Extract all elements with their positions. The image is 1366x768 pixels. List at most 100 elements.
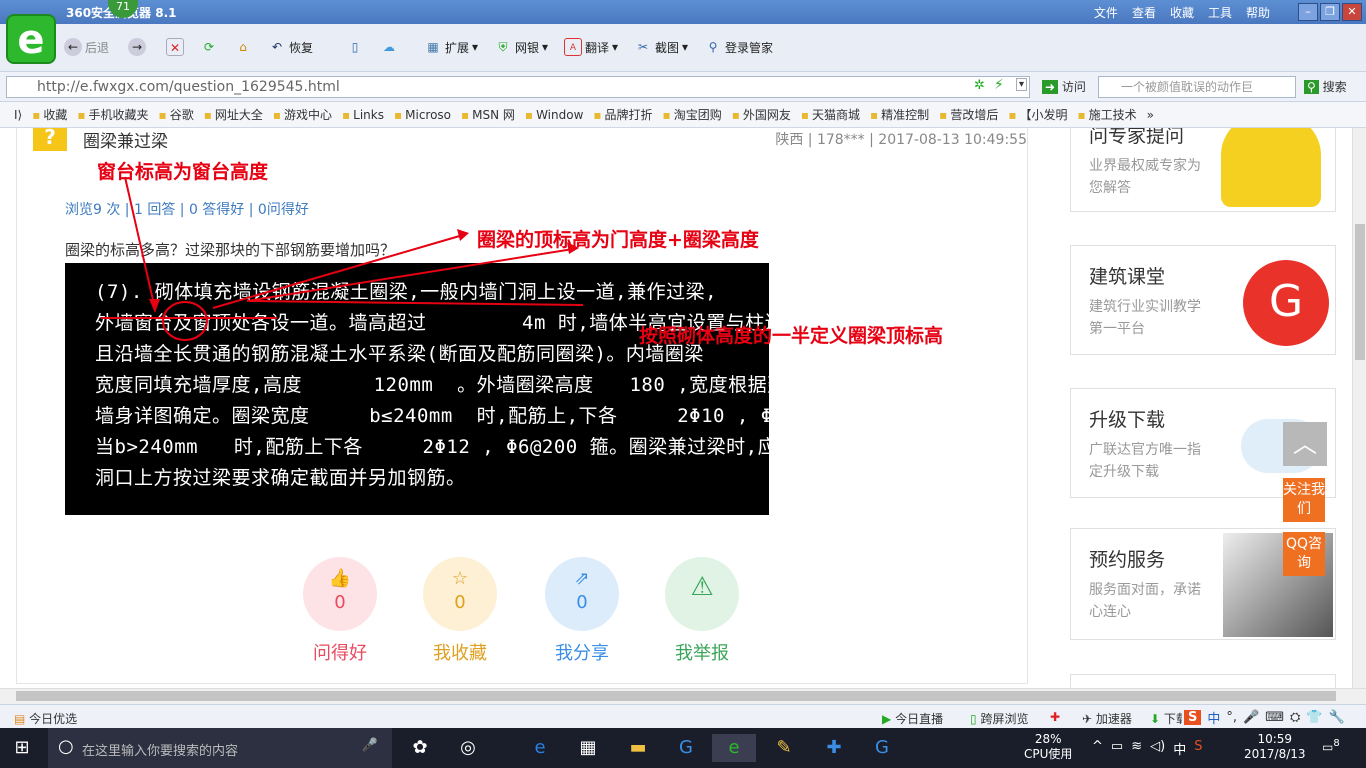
edge-icon[interactable]: e (518, 734, 562, 762)
skin-icon: ⛭ (1289, 709, 1301, 725)
more-icon[interactable]: » (1147, 108, 1154, 122)
restore-button[interactable]: ↶ 恢复 (268, 38, 313, 56)
cross-screen[interactable]: ▯ 跨屏浏览 (970, 710, 1028, 727)
fav-item[interactable]: 收藏 (32, 106, 67, 123)
network-icon: ▭ (1110, 739, 1124, 754)
search-input[interactable]: 一个被颜值耽误的动作巨 (1098, 76, 1296, 98)
favorites-bar: I⟩ 收藏 手机收藏夹 谷歌 网址大全 游戏中心 Links Microso M… (0, 102, 1366, 128)
task-view-app[interactable]: ✿ (398, 734, 442, 762)
fav-item[interactable]: 品牌打折 (593, 106, 653, 123)
search-button[interactable]: ⚲ 搜索 (1304, 78, 1347, 95)
dropdown-icon[interactable]: ▾ (1016, 78, 1028, 91)
ime-toolbar[interactable]: S 中 °, 🎤 ⌨ ⛭ 👕 🔧 (1182, 705, 1366, 729)
today-live[interactable]: ▶ 今日直播 (882, 710, 943, 727)
ebank-button[interactable]: ⛨ 网银 ▾ (494, 38, 548, 56)
fav-item[interactable]: 营改增后 (939, 106, 998, 123)
cloud-button[interactable]: ☁ (380, 38, 398, 56)
mascot-image (1221, 128, 1321, 207)
menu-favorites[interactable]: 收藏 (1170, 4, 1194, 21)
url-input[interactable]: http://e.fwxgx.com/question_1629545.html (6, 76, 1030, 98)
notification-center[interactable]: ▭8 (1322, 738, 1340, 754)
menu-file[interactable]: 文件 (1094, 4, 1118, 21)
forward-button[interactable]: → (128, 38, 146, 56)
fav-item[interactable]: Links (342, 108, 384, 122)
maximize-button[interactable]: ❐ (1320, 3, 1340, 21)
browser-360-icon[interactable]: e (712, 734, 756, 762)
login-manager-button[interactable]: ⚲ 登录管家 (704, 38, 773, 56)
sogou-icon: S (1184, 709, 1202, 725)
back-to-top-button[interactable]: ︿ (1283, 422, 1327, 466)
horizontal-scrollbar[interactable] (0, 688, 1366, 704)
chevron-up-icon: ︿ (1293, 430, 1317, 458)
extensions-icon: ▦ (427, 40, 439, 54)
fav-item[interactable]: 手机收藏夹 (77, 106, 149, 123)
fav-item[interactable]: Microso (394, 108, 451, 122)
clock[interactable]: 10:59 2017/8/13 (1244, 732, 1306, 762)
fav-item[interactable]: 精准控制 (870, 106, 929, 123)
phone-button[interactable]: ▯ (346, 38, 364, 56)
card-classroom[interactable]: 建筑课堂 建筑行业实训教学第一平台 G (1070, 245, 1336, 355)
cpu-meter[interactable]: 28% CPU使用 (1024, 732, 1072, 762)
scissors-icon: ✂ (637, 40, 649, 54)
store-icon[interactable]: ▦ (566, 734, 610, 762)
cad-line: 宽度同填充墙厚度,高度 120mm 。外墙圈梁高度 180 ,宽度根据建筑 (95, 374, 807, 396)
accelerator[interactable]: ✈ 加速器 (1082, 710, 1132, 727)
action-report[interactable]: ⚠ 我举报 (665, 557, 739, 665)
start-button[interactable]: ⊞ (0, 734, 44, 762)
close-window-button[interactable]: ✕ (1342, 3, 1362, 21)
minimize-button[interactable]: – (1298, 3, 1318, 21)
stop-button[interactable]: ✕ (166, 38, 184, 56)
fav-item[interactable]: 淘宝团购 (663, 106, 722, 123)
fav-item[interactable]: 游戏中心 (273, 106, 332, 123)
home-button[interactable]: ⌂ (234, 38, 252, 56)
list-icon: ▤ (14, 712, 26, 726)
favbar-toggle-icon[interactable]: I⟩ (14, 108, 22, 122)
app-icon[interactable]: ◎ (446, 734, 490, 762)
question-stats[interactable]: 浏览9 次 | 1 回答 | 0 答得好 | 0问得好 (65, 199, 309, 219)
today-picks[interactable]: ▤ 今日优选 (14, 710, 77, 727)
star-icon: ☆ 0 (423, 557, 497, 631)
fav-item[interactable]: 外国网友 (732, 106, 791, 123)
annotation-half-height: 按照砌体高度的一半定义圈梁顶标高 (639, 325, 944, 347)
back-icon: ← (64, 38, 82, 56)
fav-item[interactable]: 谷歌 (159, 106, 194, 123)
card-ask-expert[interactable]: 问专家提问 业界最权威专家为您解答 (1070, 128, 1336, 212)
warning-icon: ⚠ (665, 557, 739, 631)
medical-icon[interactable]: ✚ (1050, 710, 1060, 724)
back-button[interactable]: ← 后退 (64, 38, 109, 56)
action-share[interactable]: ⇗ 0 我分享 (545, 557, 619, 665)
menu-help[interactable]: 帮助 (1246, 4, 1270, 21)
extensions-button[interactable]: ▦ 扩展 ▾ (424, 38, 478, 56)
folder-icon[interactable]: ▬ (616, 734, 660, 762)
follow-us-button[interactable]: 关注我们 (1283, 478, 1325, 522)
system-tray[interactable]: ^ ▭ ≋ ◁) 中 S (1092, 739, 1202, 758)
scroll-thumb[interactable] (16, 691, 1336, 701)
notes-icon[interactable]: ✎ (762, 734, 806, 762)
fav-item[interactable]: 【小发明 (1008, 106, 1067, 123)
taskbar-search[interactable]: ○ 在这里输入你要搜索的内容 🎤 (48, 728, 392, 768)
annotation-sill: 窗台标高为窗台高度 (97, 161, 269, 183)
screenshot-button[interactable]: ✂ 截图 ▾ (634, 38, 688, 56)
translate-button[interactable]: A 翻译 ▾ (564, 38, 618, 56)
action-good-question[interactable]: 👍 0 问得好 (303, 557, 377, 665)
toolbar: ← 后退 → ✕ ⟳ ⌂ ↶ 恢复 ▯ ☁ ▦ 扩展 ▾ ⛨ 网银 ▾ A 翻译 ▾ ✂ 截… (0, 24, 1366, 72)
action-favorite[interactable]: ☆ 0 我收藏 (423, 557, 497, 665)
app-icon[interactable]: ✚ (812, 734, 856, 762)
qq-consult-button[interactable]: QQ咨询 (1283, 532, 1325, 576)
fav-item[interactable]: MSN 网 (461, 106, 515, 123)
lightning-icon[interactable]: ⚡ (994, 77, 1004, 93)
fav-item[interactable]: 施工技术 (1077, 106, 1137, 123)
scroll-thumb[interactable] (1355, 224, 1365, 360)
app-icon[interactable]: G (664, 734, 708, 762)
fav-item[interactable]: 天猫商城 (801, 106, 860, 123)
arrow-right-icon: ➜ (1042, 80, 1059, 94)
refresh-button[interactable]: ⟳ (200, 38, 218, 56)
vertical-scrollbar[interactable] (1352, 128, 1366, 688)
app-icon[interactable]: G (860, 734, 904, 762)
fav-item[interactable]: Window (525, 108, 583, 122)
menu-tools[interactable]: 工具 (1208, 4, 1232, 21)
fav-item[interactable]: 网址大全 (204, 106, 263, 123)
visit-button[interactable]: ➜ 访问 (1042, 78, 1086, 95)
message-icon: ▭ (1322, 740, 1334, 754)
menu-view[interactable]: 查看 (1132, 4, 1156, 21)
